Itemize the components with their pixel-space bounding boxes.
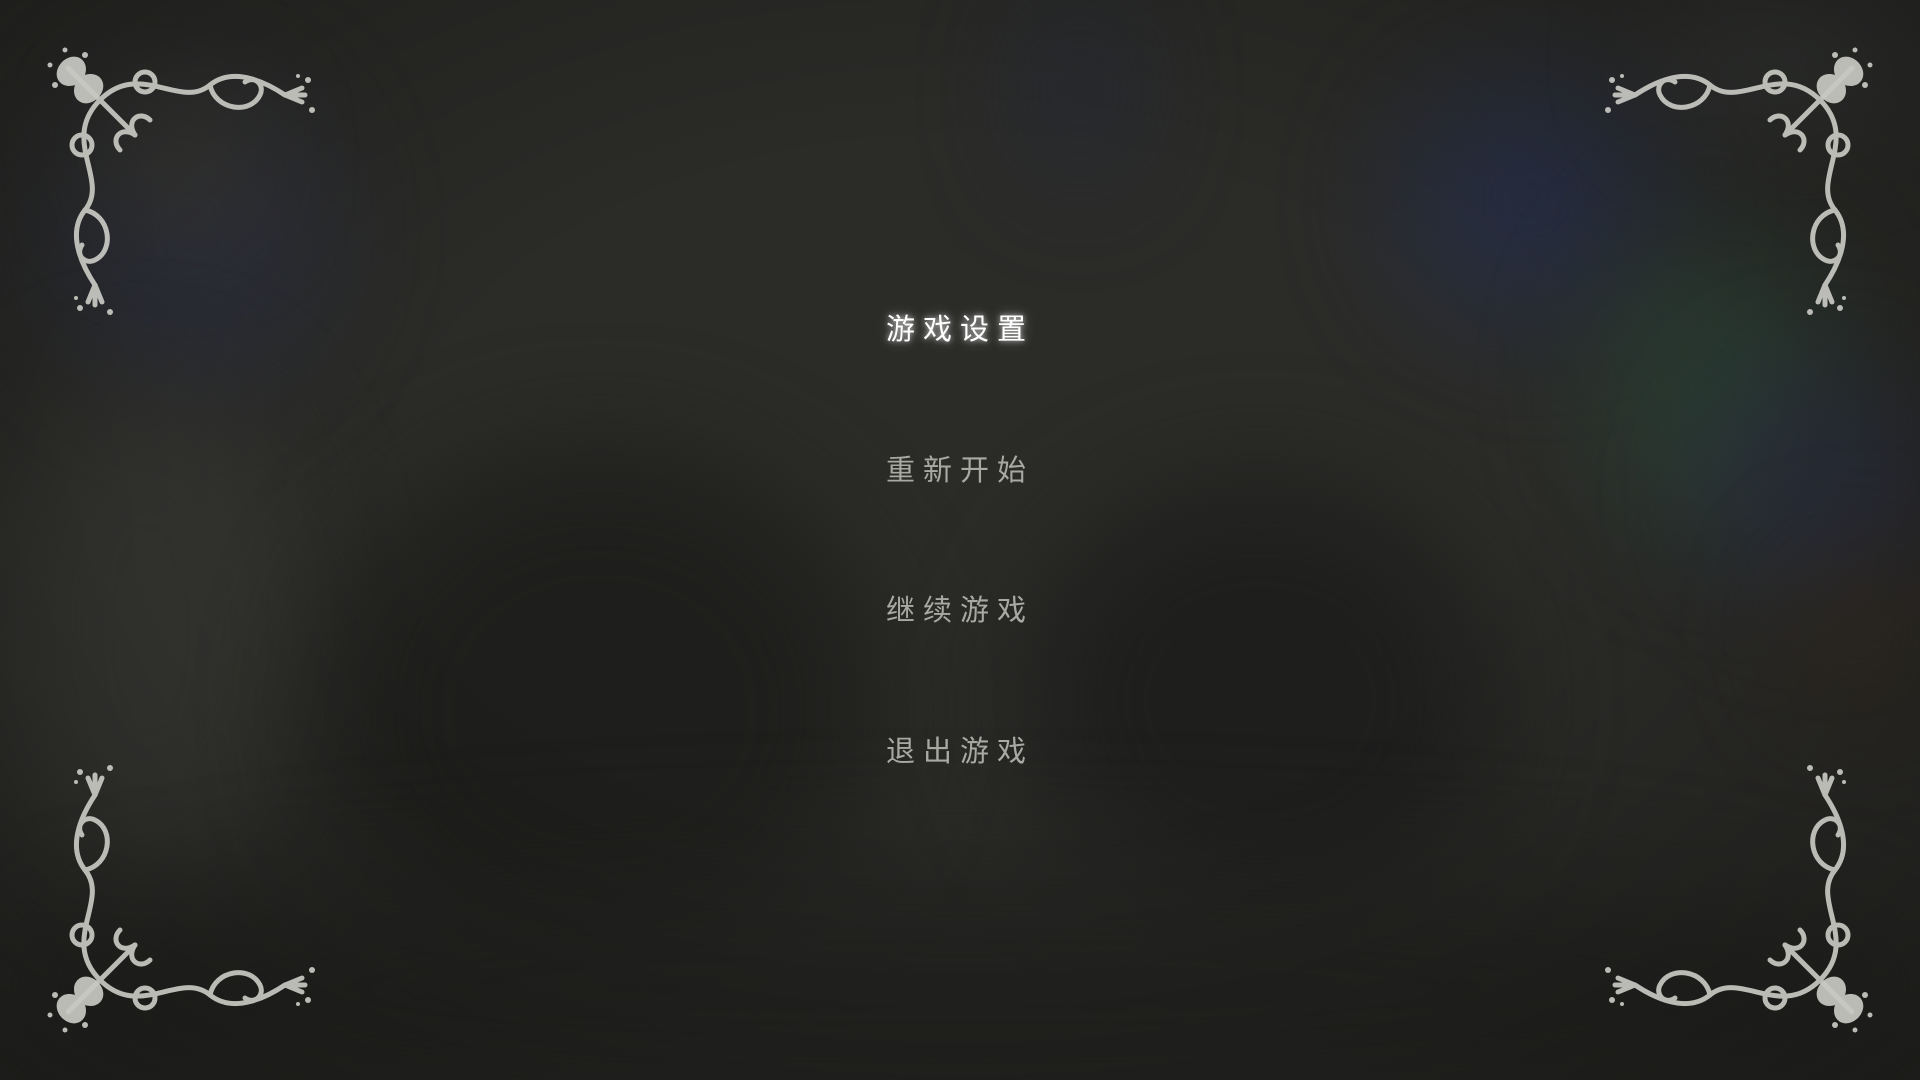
menu-item-continue-game[interactable]: 继续游戏 bbox=[810, 586, 1110, 634]
menu-item-restart[interactable]: 重新开始 bbox=[810, 446, 1110, 494]
pause-menu: 游戏设置 重新开始 继续游戏 退出游戏 bbox=[0, 0, 1920, 1080]
pause-menu-screen: 游戏设置 重新开始 继续游戏 退出游戏 bbox=[0, 0, 1920, 1080]
menu-item-quit-game[interactable]: 退出游戏 bbox=[810, 727, 1110, 775]
menu-item-game-settings[interactable]: 游戏设置 bbox=[810, 305, 1110, 353]
